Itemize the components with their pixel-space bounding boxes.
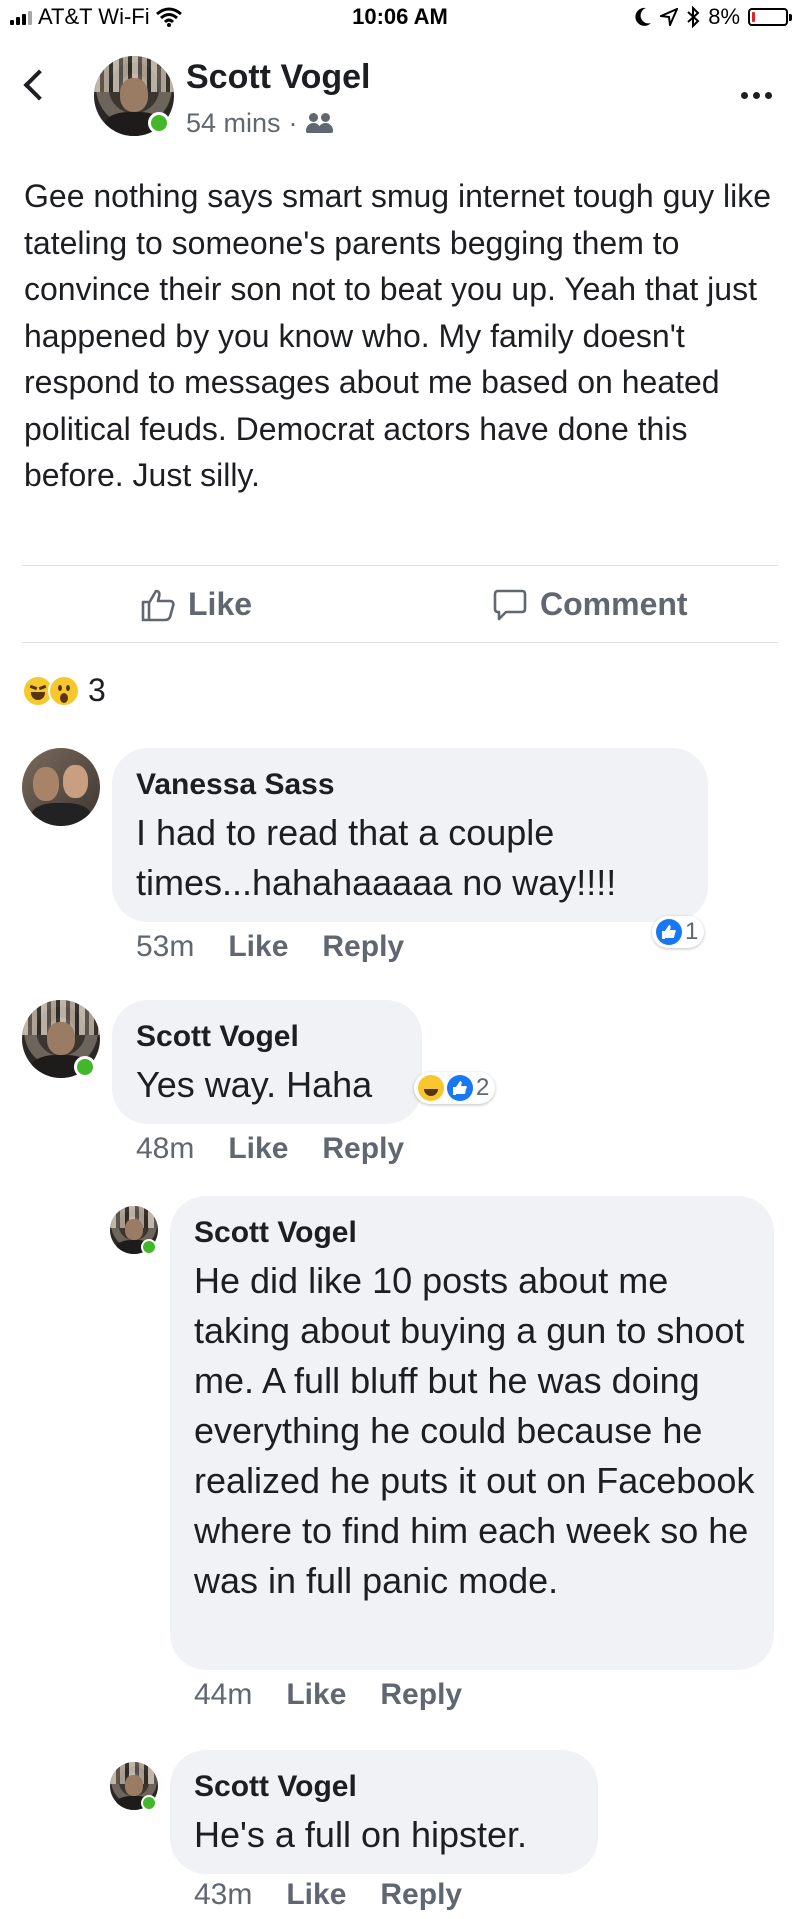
online-status-dot xyxy=(141,1239,157,1255)
reply-timestamp: 43m xyxy=(194,1878,253,1911)
reaction-summary[interactable]: 3 xyxy=(22,672,106,709)
comment-button[interactable]: Comment xyxy=(492,586,688,623)
reply-reply-link[interactable]: Reply xyxy=(380,1878,462,1912)
bluetooth-icon xyxy=(687,6,700,28)
reply-text: He's a full on hipster. xyxy=(194,1814,528,1855)
reply-bubble[interactable]: Scott Vogel He's a full on hipster. xyxy=(170,1750,598,1874)
thumbs-up-icon xyxy=(141,589,175,621)
online-status-dot xyxy=(141,1795,157,1811)
comment-button-label: Comment xyxy=(540,586,688,622)
post-body-text: Gee nothing says smart smug internet tou… xyxy=(24,178,772,493)
post-timestamp[interactable]: 54 mins xyxy=(186,108,281,139)
reply-author-name[interactable]: Scott Vogel xyxy=(194,1770,357,1804)
wow-reaction-icon xyxy=(48,674,80,707)
friends-icon xyxy=(305,112,336,135)
comment-text: Yes way. Haha xyxy=(136,1064,373,1105)
haha-reaction-icon xyxy=(418,1075,444,1101)
reply-author-name[interactable]: Scott Vogel xyxy=(194,1216,357,1250)
like-reaction-icon xyxy=(656,919,682,945)
comment-bubble-icon xyxy=(493,589,527,620)
online-status-dot xyxy=(148,112,170,134)
divider-bottom xyxy=(22,642,778,643)
more-options-icon[interactable] xyxy=(741,92,772,99)
comment-author-name[interactable]: Scott Vogel xyxy=(136,1020,299,1054)
back-chevron-icon[interactable] xyxy=(23,69,55,101)
comment-timestamp: 53m xyxy=(136,930,195,963)
like-reaction-icon xyxy=(447,1075,473,1101)
like-button-label: Like xyxy=(188,586,253,622)
comment-author-avatar[interactable] xyxy=(22,748,100,826)
reply-timestamp: 44m xyxy=(194,1678,253,1711)
post-meta: 54 mins · xyxy=(186,108,336,139)
comment-reaction-badge[interactable]: 1 xyxy=(652,916,705,948)
reply-meta: 43m Like Reply xyxy=(194,1878,462,1912)
moon-icon xyxy=(635,7,652,26)
reaction-count: 3 xyxy=(88,672,106,708)
online-status-dot xyxy=(74,1056,96,1078)
comment-meta: 48m Like Reply xyxy=(136,1132,404,1166)
comment-like-link[interactable]: Like xyxy=(228,930,288,964)
reply-like-link[interactable]: Like xyxy=(286,1678,346,1712)
comment-bubble[interactable]: Scott Vogel Yes way. Haha xyxy=(112,1000,422,1124)
post-author-name[interactable]: Scott Vogel xyxy=(186,58,371,97)
reply-reply-link[interactable]: Reply xyxy=(380,1678,462,1712)
comment-reply-link[interactable]: Reply xyxy=(322,1132,404,1166)
comment-reaction-badge[interactable]: 2 xyxy=(414,1072,496,1104)
meta-separator: · xyxy=(288,108,298,138)
comment-timestamp: 48m xyxy=(136,1132,195,1165)
comment-reply-link[interactable]: Reply xyxy=(322,930,404,964)
divider-top xyxy=(22,565,778,566)
comment-text: I had to read that a couple times...haha… xyxy=(136,812,617,903)
comment-reaction-count: 1 xyxy=(685,918,699,945)
comment-meta: 53m Like Reply xyxy=(136,930,404,964)
battery-icon xyxy=(748,8,792,26)
status-bar: AT&T Wi-Fi 10:06 AM 8% xyxy=(0,0,800,34)
comment-author-name[interactable]: Vanessa Sass xyxy=(136,768,335,802)
reply-like-link[interactable]: Like xyxy=(286,1878,346,1912)
battery-percent: 8% xyxy=(708,4,740,29)
location-arrow-icon xyxy=(660,8,679,26)
reply-bubble[interactable]: Scott Vogel He did like 10 posts about m… xyxy=(170,1196,774,1670)
like-button[interactable]: Like xyxy=(140,586,252,623)
comment-like-link[interactable]: Like xyxy=(228,1132,288,1166)
reply-meta: 44m Like Reply xyxy=(194,1678,462,1712)
reply-text: He did like 10 posts about me taking abo… xyxy=(194,1260,755,1601)
comment-reaction-count: 2 xyxy=(476,1074,490,1101)
comment-bubble[interactable]: Vanessa Sass I had to read that a couple… xyxy=(112,748,708,922)
